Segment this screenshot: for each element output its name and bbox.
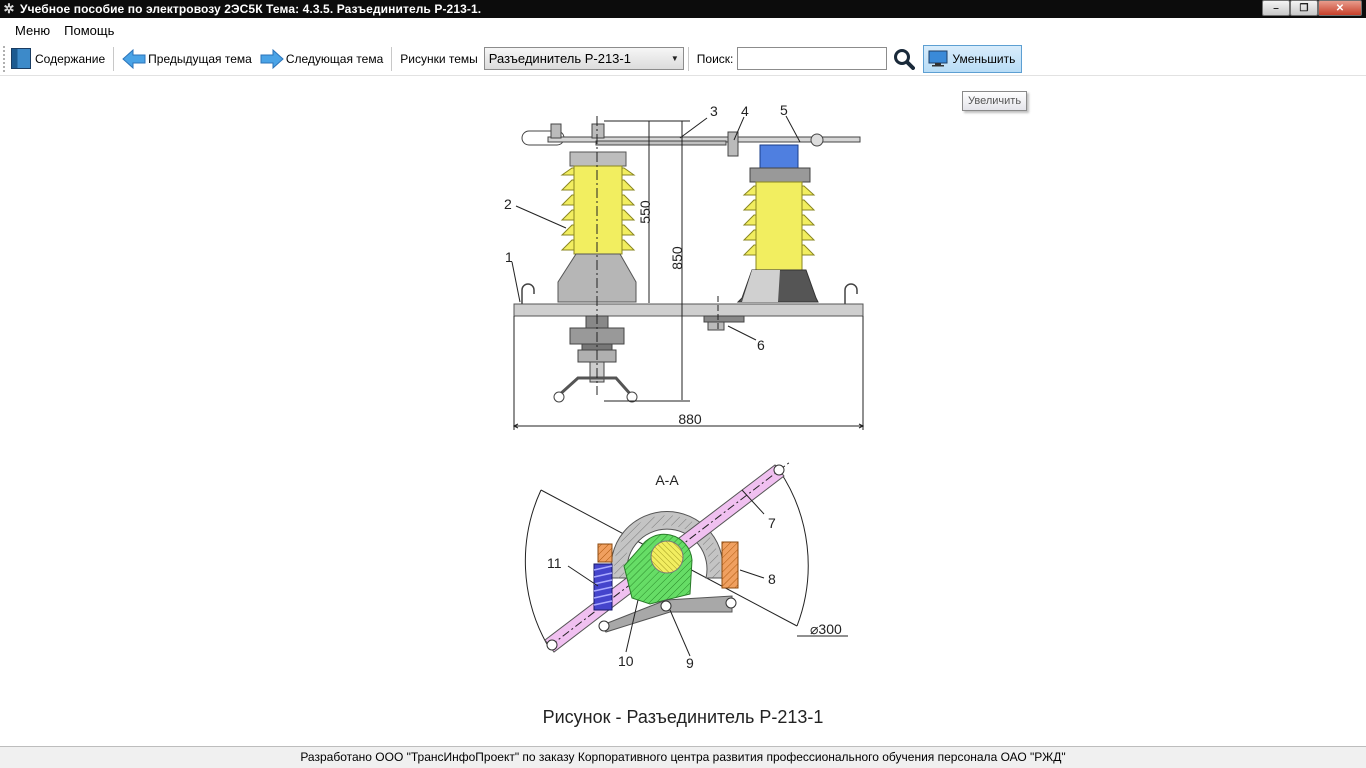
section-view: А-А 7 8 9 10 11 ⌀300 (524, 461, 848, 671)
chevron-down-icon: ▼ (670, 54, 679, 63)
book-icon (11, 48, 31, 69)
next-topic-label: Следующая тема (285, 51, 384, 66)
window-controls: – ❐ ✕ (1262, 0, 1362, 16)
search-label: Поиск: (696, 51, 734, 66)
callout-8: 8 (768, 571, 776, 587)
callout-11: 11 (547, 555, 562, 571)
callout-3: 3 (710, 103, 718, 119)
menu-item-menu[interactable]: Меню (0, 23, 59, 38)
status-bar: Разработано ООО "ТрансИнфоПроект" по зак… (0, 746, 1366, 768)
maximize-button[interactable]: ❐ (1290, 0, 1318, 16)
main-view: 550 850 880 1 2 3 4 5 6 (504, 102, 865, 430)
toolbar-separator (687, 46, 689, 71)
figure-caption: Рисунок - Разъединитель Р-213-1 (542, 707, 824, 727)
dim-880: 880 (678, 411, 702, 427)
callout-1: 1 (505, 249, 513, 265)
toolbar: Содержание Предыдущая тема Следующая тем… (0, 42, 1366, 76)
hook-left (521, 283, 535, 304)
search-icon (894, 48, 916, 70)
contents-button[interactable]: Содержание (7, 46, 109, 72)
prev-topic-button[interactable]: Предыдущая тема (118, 46, 256, 72)
contents-label: Содержание (35, 51, 106, 66)
toolbar-separator (113, 46, 115, 71)
dim-550: 550 (637, 200, 653, 224)
dim-850: 850 (669, 246, 685, 270)
menu-item-help[interactable]: Помощь (59, 23, 123, 38)
spring (593, 563, 613, 611)
callout-9: 9 (686, 655, 694, 671)
disconnector-figure: 550 850 880 1 2 3 4 5 6 А-А 7 8 9 10 11 … (504, 102, 865, 671)
diameter-arc-left (524, 489, 549, 647)
arrow-left-icon (122, 48, 146, 69)
dim-diameter: ⌀300 (810, 621, 842, 637)
figures-dropdown[interactable]: Разъединитель Р-213-1 ▼ (483, 47, 684, 70)
shaft (650, 540, 684, 574)
next-topic-button[interactable]: Следующая тема (256, 46, 387, 72)
monitor-icon (928, 50, 948, 67)
callout-2: 2 (504, 196, 512, 212)
callout-4: 4 (741, 103, 749, 119)
figures-label: Рисунки темы (400, 51, 478, 66)
base-plate (513, 303, 864, 317)
hook-right (844, 283, 858, 304)
close-button[interactable]: ✕ (1318, 0, 1362, 16)
arrow-right-icon (260, 48, 284, 69)
title-bar: ✲ Учебное пособие по электровозу 2ЭС5К Т… (0, 0, 1366, 18)
toolbar-separator (391, 46, 393, 71)
bolt-right (721, 541, 739, 589)
right-insulator (736, 144, 819, 303)
menu-bar: Меню Помощь (0, 18, 1366, 42)
shrink-label: Уменьшить (952, 51, 1016, 66)
minimize-button[interactable]: – (1262, 0, 1290, 16)
callout-5: 5 (780, 102, 788, 118)
window-title: Учебное пособие по электровозу 2ЭС5К Тем… (20, 2, 482, 16)
figures-dropdown-value: Разъединитель Р-213-1 (488, 51, 631, 66)
section-label: А-А (655, 472, 679, 488)
drive-mechanism (553, 315, 745, 403)
callout-7: 7 (768, 515, 776, 531)
search-button[interactable] (891, 46, 917, 72)
diameter-arc-right (778, 469, 809, 627)
prev-topic-label: Предыдущая тема (148, 51, 252, 66)
shrink-button[interactable]: Уменьшить (923, 44, 1023, 73)
contact-knife (521, 123, 861, 157)
bolt-left (597, 543, 613, 563)
callout-10: 10 (618, 653, 634, 669)
gear-icon: ✲ (3, 1, 15, 16)
callout-6: 6 (757, 337, 765, 353)
search-input[interactable] (737, 47, 888, 70)
